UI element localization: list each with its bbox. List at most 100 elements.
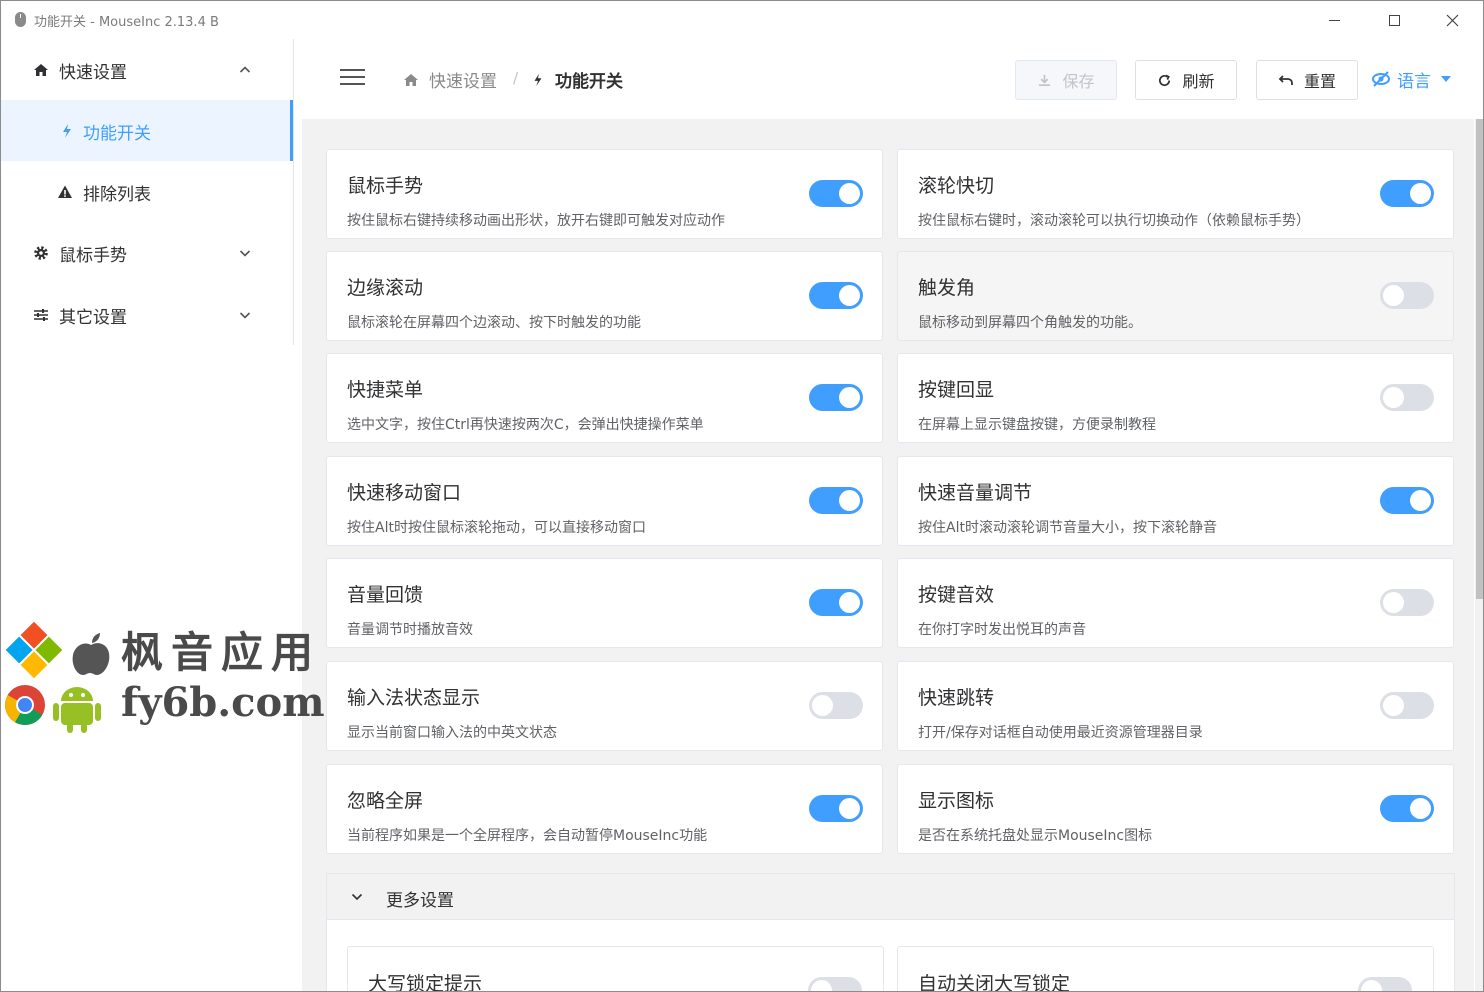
toggle-knob (1410, 490, 1431, 511)
feature-toggle[interactable] (1380, 692, 1434, 719)
maximize-icon (1388, 14, 1400, 26)
minimize-icon (1328, 19, 1340, 21)
warning-icon (58, 185, 72, 198)
watermark-text-line2: fy6b.com (121, 679, 325, 726)
feature-title: 大写锁定提示 (368, 973, 483, 992)
gear-icon (34, 246, 48, 260)
feature-description: 显示当前窗口输入法的中英文状态 (347, 725, 557, 741)
more-settings-label: 更多设置 (386, 891, 454, 911)
feature-toggle[interactable] (1380, 282, 1434, 309)
scrollbar-thumb[interactable] (1476, 119, 1483, 599)
language-dropdown[interactable]: 语言 (1371, 66, 1451, 92)
toggle-knob (1383, 285, 1404, 306)
hamburger-menu-button[interactable] (340, 69, 365, 87)
feature-card: 自动关闭大写锁定 (897, 946, 1434, 992)
feature-card: 输入法状态显示 显示当前窗口输入法的中英文状态 (326, 661, 883, 751)
feature-title: 按键音效 (918, 584, 995, 606)
toggle-knob (839, 285, 860, 306)
sidebar-item-label: 快速设置 (59, 63, 127, 83)
sidebar-item-feature-switches[interactable]: 功能开关 (1, 100, 293, 161)
feature-card: 快速音量调节 按住Alt时滚动滚轮调节音量大小，按下滚轮静音 (897, 456, 1454, 546)
feature-toggle[interactable] (809, 589, 863, 616)
feature-title: 触发角 (918, 277, 976, 299)
caret-down-icon (1441, 76, 1451, 82)
toggle-knob (839, 387, 860, 408)
sidebar-item-label: 其它设置 (59, 308, 127, 328)
feature-card: 快速跳转 打开/保存对话框自动使用最近资源管理器目录 (897, 661, 1454, 751)
chevron-down-icon (351, 893, 363, 901)
toggle-knob (1383, 695, 1404, 716)
feature-card: 按键音效在你打字时发出悦耳的声音 (897, 558, 1454, 648)
toggle-knob (839, 183, 860, 204)
feature-title: 快速移动窗口 (347, 482, 462, 504)
feature-card: 快速移动窗口按住Alt时按住鼠标滚轮拖动，可以直接移动窗口 (326, 456, 883, 546)
breadcrumb-home[interactable]: 快速设置 (403, 67, 497, 92)
sidebar-item-label: 功能开关 (83, 124, 151, 144)
vertical-scrollbar[interactable] (1475, 119, 1483, 991)
watermark-android-logo (53, 687, 101, 733)
sidebar-item-quick-settings[interactable]: 快速设置 (1, 39, 293, 100)
feature-toggle[interactable] (1380, 795, 1434, 822)
feature-card: 滚轮快切 按住鼠标右键时，滚动滚轮可以执行切换动作（依赖鼠标手势） (897, 149, 1454, 239)
feature-description: 按住鼠标右键时，滚动滚轮可以执行切换动作（依赖鼠标手势） (918, 213, 1310, 229)
feature-description: 当前程序如果是一个全屏程序，会自动暂停MouseInc功能 (347, 828, 708, 844)
reset-button[interactable]: 重置 (1256, 60, 1358, 100)
toggle-knob (839, 592, 860, 613)
refresh-button[interactable]: 刷新 (1135, 60, 1237, 100)
feature-title: 显示图标 (918, 790, 995, 812)
feature-toggle[interactable] (1380, 384, 1434, 411)
watermark-text-line1: 枫音应用 (121, 628, 322, 677)
more-settings-header[interactable]: 更多设置 (327, 874, 1454, 920)
minimize-button[interactable] (1311, 1, 1357, 39)
download-icon (1039, 74, 1051, 86)
feature-description: 选中文字，按住Ctrl再快速按两次C，会弹出快捷操作菜单 (347, 417, 704, 433)
feature-toggle[interactable] (809, 180, 863, 207)
breadcrumb-current: 功能开关 (531, 67, 623, 92)
toggle-knob (839, 490, 860, 511)
feature-description: 是否在系统托盘处显示MouseInc图标 (918, 828, 1153, 844)
feature-description: 在你打字时发出悦耳的声音 (918, 622, 1086, 638)
feature-card: 鼠标手势 按住鼠标右键持续移动画出形状，放开右键即可触发对应动作 (326, 149, 883, 239)
feature-toggle[interactable] (809, 282, 863, 309)
feature-toggle[interactable] (808, 977, 862, 991)
feature-toggle[interactable] (809, 487, 863, 514)
feature-description: 鼠标滚轮在屏幕四个边滚动、按下时触发的功能 (347, 315, 641, 331)
refresh-label: 刷新 (1182, 72, 1215, 91)
sliders-icon (34, 309, 48, 321)
feature-title: 忽略全屏 (347, 790, 424, 812)
title-bar: 功能开关 - MouseInc 2.13.4 B (1, 1, 1483, 39)
feature-toggle[interactable] (1358, 977, 1412, 991)
feature-description: 在屏幕上显示键盘按键，方便录制教程 (918, 417, 1156, 433)
sidebar-item-other-settings[interactable]: 其它设置 (1, 284, 293, 345)
chevron-down-icon (239, 250, 251, 257)
watermark-windows-logo (5, 621, 63, 679)
feature-toggle[interactable] (809, 384, 863, 411)
window-title: 功能开关 - MouseInc 2.13.4 B (34, 15, 219, 30)
sidebar-item-mouse-gestures[interactable]: 鼠标手势 (1, 222, 293, 283)
feature-card: 按键回显 在屏幕上显示键盘按键，方便录制教程 (897, 353, 1454, 443)
feature-toggle[interactable] (809, 692, 863, 719)
refresh-icon (1159, 74, 1171, 86)
maximize-button[interactable] (1371, 1, 1417, 39)
close-icon (1446, 14, 1458, 26)
feature-title: 自动关闭大写锁定 (918, 973, 1071, 992)
feature-description: 音量调节时播放音效 (347, 622, 473, 638)
feature-title: 快捷菜单 (347, 379, 424, 401)
close-button[interactable] (1429, 1, 1475, 39)
save-button[interactable]: 保存 (1015, 60, 1117, 100)
breadcrumb-home-label: 快速设置 (429, 72, 497, 92)
sidebar-item-label: 排除列表 (83, 185, 151, 205)
feature-card: 快捷菜单选中文字，按住Ctrl再快速按两次C，会弹出快捷操作菜单 (326, 353, 883, 443)
bolt-icon (534, 73, 542, 86)
feature-toggle[interactable] (1380, 487, 1434, 514)
feature-card: 触发角 鼠标移动到屏幕四个角触发的功能。 (897, 251, 1454, 341)
feature-description: 按住鼠标右键持续移动画出形状，放开右键即可触发对应动作 (347, 213, 725, 229)
chevron-up-icon (239, 66, 251, 73)
feature-toggle[interactable] (1380, 180, 1434, 207)
feature-toggle[interactable] (1380, 589, 1434, 616)
feature-description: 按住Alt时按住鼠标滚轮拖动，可以直接移动窗口 (347, 520, 646, 536)
sidebar-item-exclude-list[interactable]: 排除列表 (1, 161, 293, 222)
feature-description: 按住Alt时滚动滚轮调节音量大小，按下滚轮静音 (918, 520, 1217, 536)
feature-toggle[interactable] (809, 795, 863, 822)
mouse-icon (15, 12, 26, 27)
